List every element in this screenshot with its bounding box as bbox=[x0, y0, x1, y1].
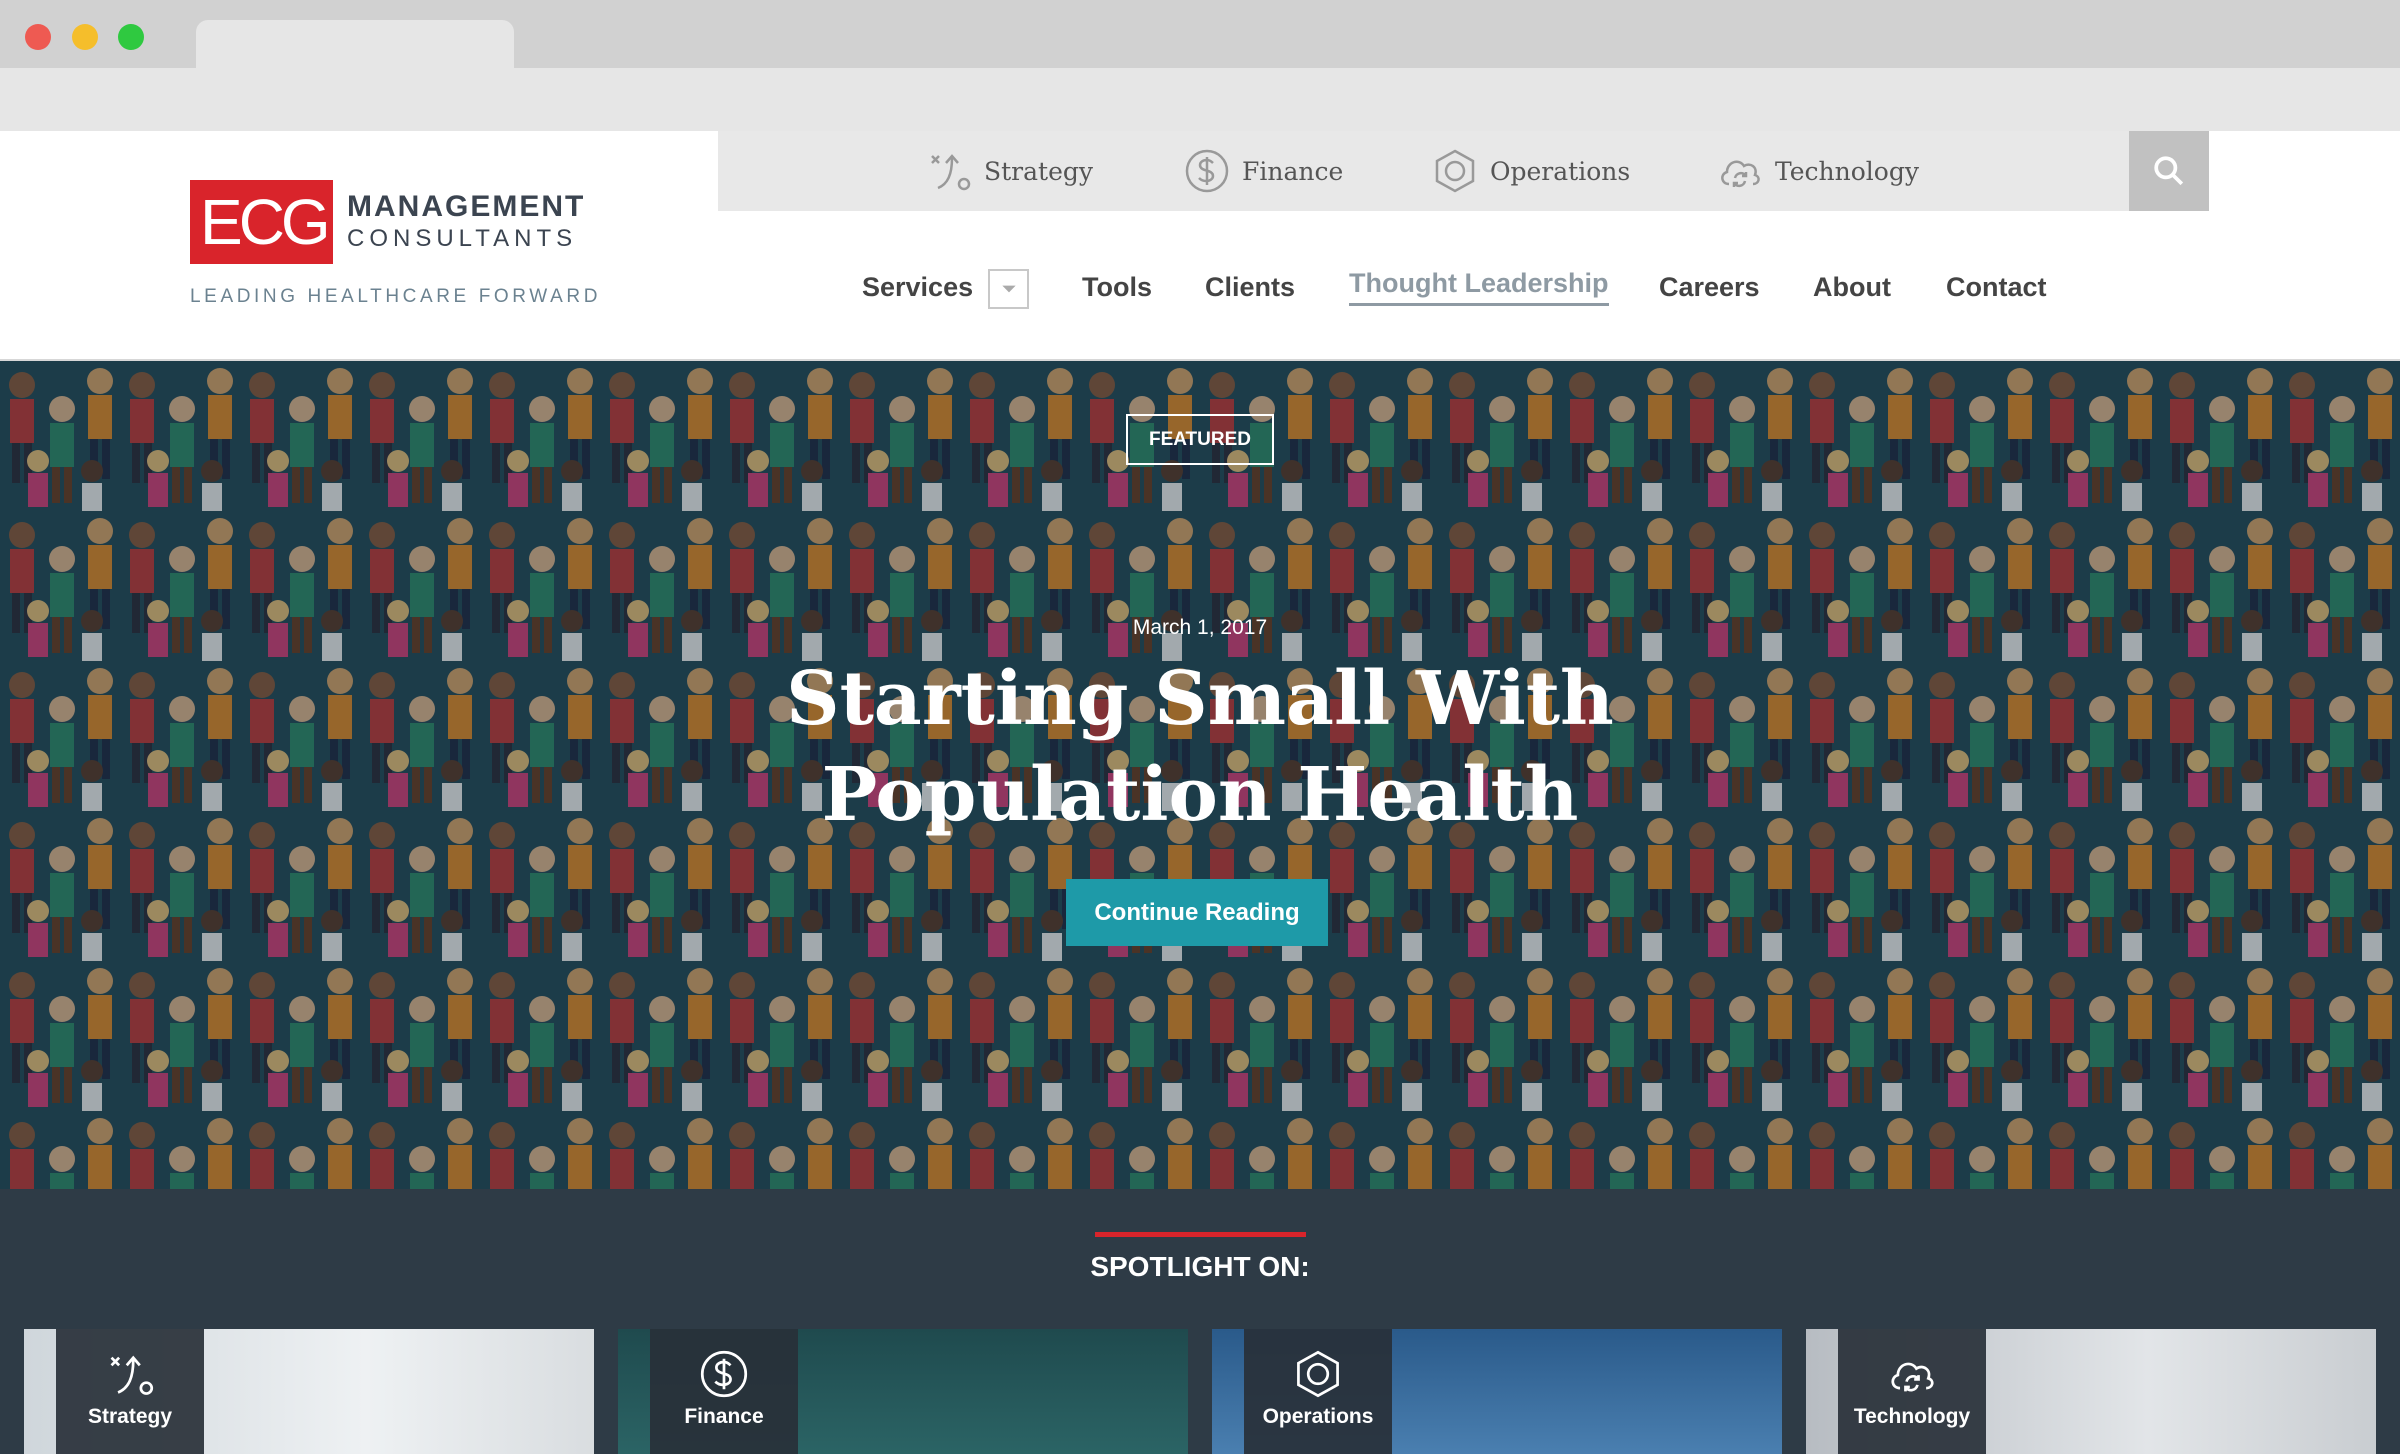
spotlight-accent-line bbox=[1095, 1232, 1306, 1237]
spotlight-heading-rest: ON: bbox=[1250, 1251, 1310, 1282]
close-window-button[interactable] bbox=[25, 24, 51, 50]
utility-nav-finance[interactable]: Finance bbox=[1184, 149, 1343, 193]
nav-services[interactable]: Services bbox=[862, 267, 973, 307]
nav-contact[interactable]: Contact bbox=[1946, 267, 2047, 307]
chevron-down-icon bbox=[1001, 285, 1016, 293]
utility-nav-label: Technology bbox=[1775, 156, 1919, 186]
spotlight-card-label: Strategy bbox=[56, 1329, 204, 1454]
spotlight-section: SPOTLIGHT ON: Strategy Finance Operation… bbox=[0, 1189, 2400, 1454]
dollar-icon bbox=[1185, 149, 1229, 193]
spotlight-card-finance[interactable]: Finance bbox=[618, 1329, 1188, 1454]
spotlight-card-text: Operations bbox=[1262, 1405, 1374, 1428]
maximize-window-button[interactable] bbox=[118, 24, 144, 50]
spotlight-card-technology[interactable]: Technology bbox=[1806, 1329, 2376, 1454]
spotlight-card-label: Finance bbox=[650, 1329, 798, 1454]
logo-line1: MANAGEMENT bbox=[347, 190, 586, 223]
logo-line2: CONSULTANTS bbox=[347, 225, 578, 252]
site-header: ECG MANAGEMENT CONSULTANTS LEADING HEALT… bbox=[0, 131, 2400, 361]
minimize-window-button[interactable] bbox=[72, 24, 98, 50]
featured-badge: FEATURED bbox=[1126, 414, 1274, 465]
search-button[interactable] bbox=[2129, 131, 2209, 211]
hero-banner: FEATURED March 1, 2017 Starting Small Wi… bbox=[0, 361, 2400, 1189]
spotlight-heading: SPOTLIGHT ON: bbox=[0, 1251, 2400, 1283]
strategy-icon bbox=[110, 1355, 154, 1395]
spotlight-card-label: Operations bbox=[1244, 1329, 1392, 1454]
strategy-icon bbox=[931, 154, 971, 191]
article-date: March 1, 2017 bbox=[1132, 616, 1268, 639]
spotlight-card-strategy[interactable]: Strategy bbox=[24, 1329, 594, 1454]
nav-thought-leadership-label: Thought Leadership bbox=[1349, 268, 1609, 306]
services-dropdown-toggle[interactable] bbox=[988, 269, 1029, 309]
utility-nav-label: Strategy bbox=[984, 156, 1093, 186]
dollar-icon bbox=[700, 1350, 748, 1398]
cloud-icon bbox=[1721, 160, 1760, 188]
browser-tab[interactable] bbox=[196, 20, 514, 68]
spotlight-card-text: Technology bbox=[1853, 1405, 1971, 1428]
nav-thought-leadership[interactable]: Thought Leadership bbox=[1349, 267, 1609, 307]
logo-tagline: LEADING HEALTHCARE FORWARD bbox=[190, 286, 602, 307]
utility-nav: Strategy Finance Operations Technology bbox=[718, 131, 2130, 211]
spotlight-card-text: Finance bbox=[684, 1405, 764, 1428]
spotlight-card-label: Technology bbox=[1838, 1329, 1986, 1454]
spotlight-heading-strong: SPOTLIGHT bbox=[1090, 1251, 1251, 1282]
search-icon bbox=[2154, 156, 2184, 186]
utility-nav-strategy[interactable]: Strategy bbox=[926, 149, 1093, 193]
utility-nav-operations[interactable]: Operations bbox=[1432, 149, 1630, 193]
cloud-icon bbox=[1891, 1362, 1934, 1392]
article-title[interactable]: Starting Small With Population Health bbox=[560, 651, 1840, 843]
logo-mark: ECG bbox=[190, 180, 333, 264]
nav-clients[interactable]: Clients bbox=[1205, 267, 1295, 307]
hexagon-icon bbox=[1297, 1350, 1339, 1398]
spotlight-card-text: Strategy bbox=[87, 1405, 173, 1428]
utility-nav-label: Finance bbox=[1242, 156, 1344, 186]
hexagon-icon bbox=[1435, 149, 1475, 193]
nav-careers[interactable]: Careers bbox=[1659, 267, 1760, 307]
utility-nav-technology[interactable]: Technology bbox=[1717, 149, 1919, 193]
nav-tools[interactable]: Tools bbox=[1082, 267, 1152, 307]
utility-nav-label: Operations bbox=[1490, 156, 1631, 186]
browser-chrome bbox=[0, 0, 2400, 131]
spotlight-card-operations[interactable]: Operations bbox=[1212, 1329, 1782, 1454]
nav-about[interactable]: About bbox=[1813, 267, 1891, 307]
site-logo[interactable]: ECG MANAGEMENT CONSULTANTS LEADING HEALT… bbox=[190, 180, 597, 310]
continue-reading-button[interactable]: Continue Reading bbox=[1066, 879, 1328, 946]
